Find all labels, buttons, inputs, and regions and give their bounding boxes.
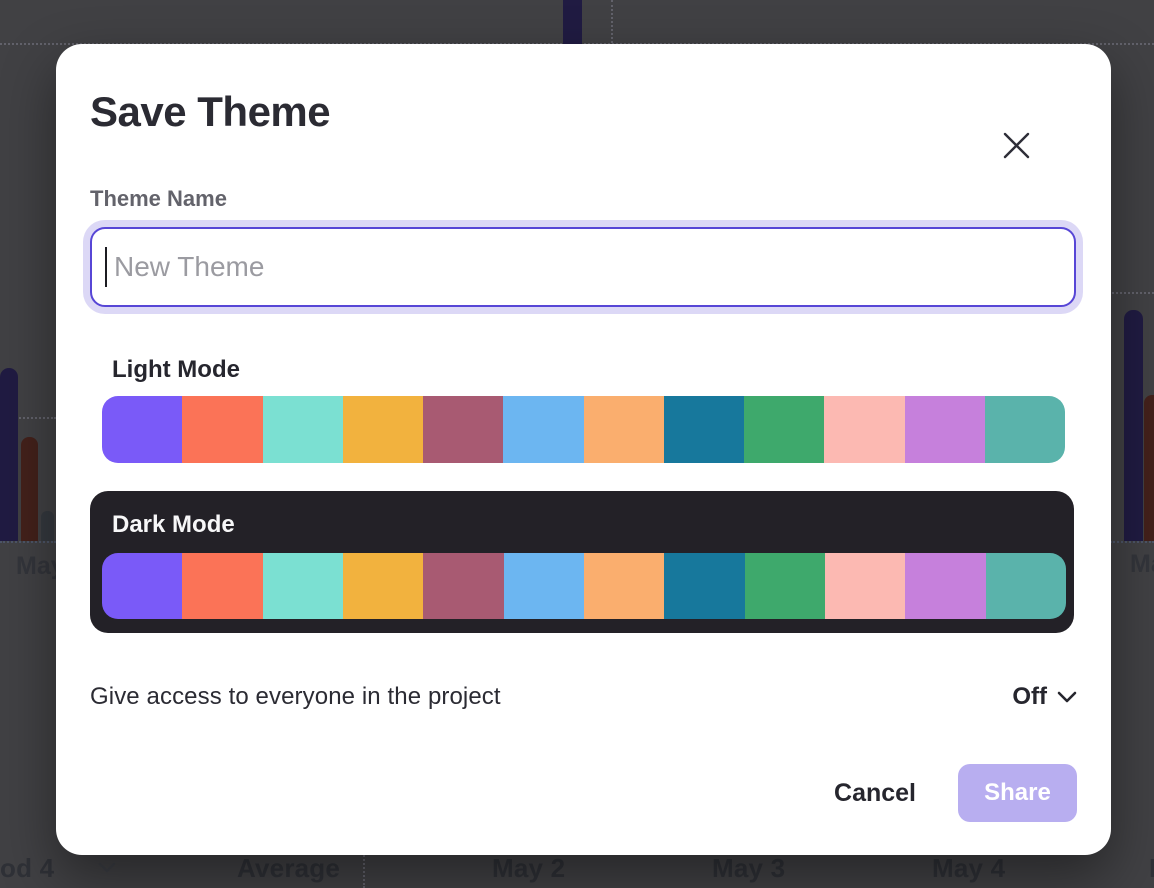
chevron-down-icon (1057, 691, 1077, 704)
save-theme-dialog: Save Theme Theme Name Light Mode Dark Mo… (56, 44, 1111, 855)
background-bar (21, 437, 38, 541)
access-label: Give access to everyone in the project (90, 683, 501, 711)
color-swatch (503, 396, 583, 463)
chevron-down-icon[interactable] (98, 862, 116, 874)
background-bar (1144, 395, 1154, 541)
color-swatch (102, 396, 182, 463)
light-mode-label: Light Mode (112, 356, 1077, 384)
color-swatch (986, 553, 1066, 619)
close-button[interactable] (999, 128, 1033, 162)
background-bar (41, 511, 54, 541)
gridline (1112, 292, 1154, 294)
dark-palette (102, 553, 1066, 619)
dark-mode-label: Dark Mode (112, 511, 1074, 539)
theme-name-label: Theme Name (90, 186, 1077, 212)
color-swatch (985, 396, 1065, 463)
color-swatch (504, 553, 584, 619)
color-swatch (343, 553, 423, 619)
axis-label-may3: May 3 (712, 853, 785, 884)
right-month-label: May (1130, 550, 1154, 579)
axis-label-may4: May 4 (932, 853, 1005, 884)
dark-mode-card: Dark Mode (90, 491, 1074, 633)
access-value: Off (1012, 683, 1047, 711)
close-icon (1003, 132, 1030, 159)
color-swatch (343, 396, 423, 463)
color-swatch (263, 553, 343, 619)
share-button[interactable]: Share (958, 764, 1077, 822)
background-bar (563, 0, 582, 44)
theme-name-input[interactable] (90, 227, 1076, 307)
background-bar (1124, 310, 1143, 541)
color-swatch (584, 553, 664, 619)
period-selector-label[interactable]: od 4 (0, 853, 54, 884)
color-swatch (745, 553, 825, 619)
color-swatch (905, 553, 985, 619)
color-swatch (182, 553, 262, 619)
color-swatch (182, 396, 262, 463)
theme-name-field (90, 227, 1077, 307)
axis-label-partial: M (1149, 853, 1154, 884)
gridline (0, 541, 56, 543)
dialog-title: Save Theme (90, 88, 1077, 136)
axis-label-average: Average (237, 853, 340, 884)
color-swatch (664, 553, 744, 619)
dialog-actions: Cancel Share (90, 764, 1077, 822)
axis-label-may2: May 2 (492, 853, 565, 884)
color-swatch (744, 396, 824, 463)
color-swatch (423, 553, 503, 619)
gridline (611, 0, 613, 43)
gridline (1110, 541, 1154, 543)
light-palette (102, 396, 1065, 463)
color-swatch (263, 396, 343, 463)
cancel-button[interactable]: Cancel (834, 779, 916, 808)
access-row: Give access to everyone in the project O… (90, 683, 1077, 711)
background-bar (0, 368, 18, 541)
color-swatch (584, 396, 664, 463)
color-swatch (824, 396, 904, 463)
color-swatch (423, 396, 503, 463)
color-swatch (905, 396, 985, 463)
access-dropdown[interactable]: Off (1012, 683, 1077, 711)
color-swatch (102, 553, 182, 619)
color-swatch (825, 553, 905, 619)
color-swatch (664, 396, 744, 463)
